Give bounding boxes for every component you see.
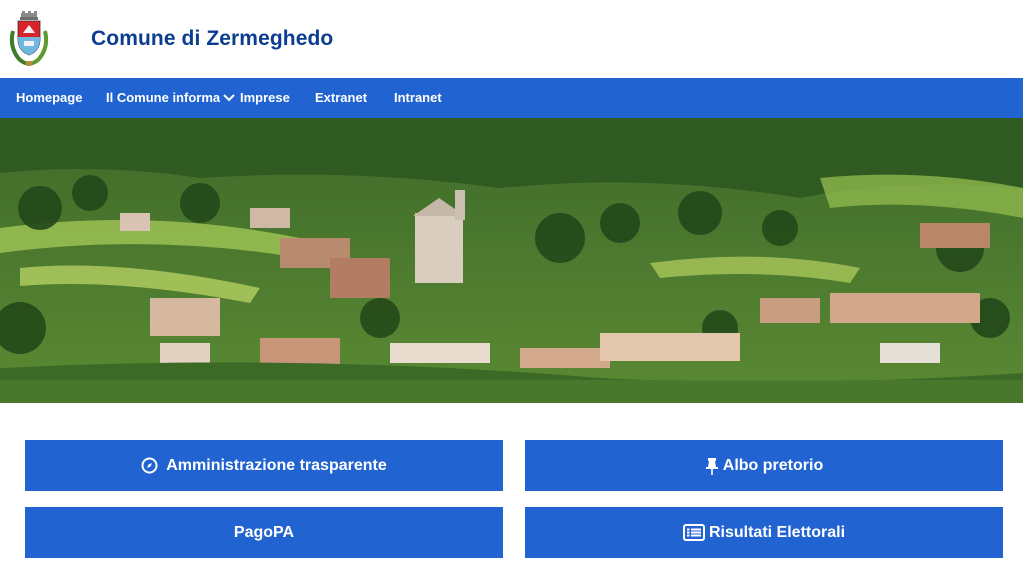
- coat-of-arms-logo[interactable]: [7, 11, 51, 67]
- risultati-elettorali-button[interactable]: Risultati Elettorali: [525, 507, 1003, 558]
- button-label: Amministrazione trasparente: [166, 456, 387, 474]
- button-label: PagoPA: [233, 523, 295, 541]
- nav-item-il-comune-informa[interactable]: Il Comune informa: [106, 78, 235, 118]
- amministrazione-trasparente-button[interactable]: Amministrazione trasparente: [25, 440, 503, 491]
- compass-icon: [141, 457, 158, 474]
- nav-item-extranet[interactable]: Extranet: [315, 78, 367, 118]
- albo-pretorio-button[interactable]: Albo pretorio: [525, 440, 1003, 491]
- main-navigation: Homepage Il Comune informa Imprese Extra…: [0, 78, 1023, 118]
- nav-item-intranet[interactable]: Intranet: [394, 78, 442, 118]
- site-title[interactable]: Comune di Zermeghedo: [91, 27, 333, 51]
- nav-item-label: Il Comune informa: [106, 90, 221, 105]
- pagopa-button[interactable]: PagoPA: [25, 507, 503, 558]
- hero-landscape-image: [0, 118, 1023, 403]
- chevron-down-icon: [223, 78, 235, 118]
- nav-item-imprese[interactable]: Imprese: [240, 78, 290, 118]
- site-header: Comune di Zermeghedo: [0, 0, 1023, 78]
- nav-item-homepage[interactable]: Homepage: [16, 78, 82, 118]
- button-label: Risultati Elettorali: [708, 523, 846, 541]
- list-icon: [682, 524, 705, 541]
- button-label: Albo pretorio: [722, 456, 824, 474]
- pushpin-icon: [705, 457, 719, 475]
